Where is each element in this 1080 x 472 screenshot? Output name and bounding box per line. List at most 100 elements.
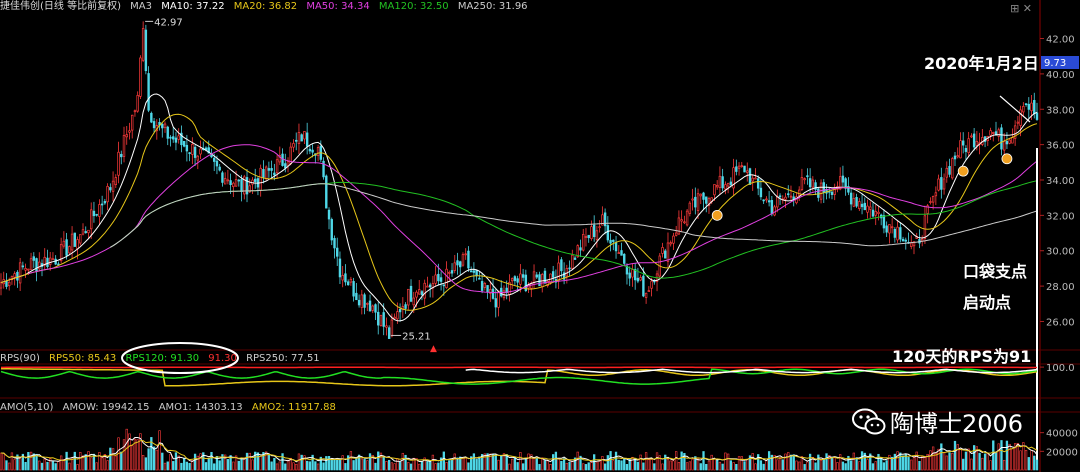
watermark: 陶博士2006 (852, 404, 1023, 439)
candle-body (784, 196, 787, 200)
volume-bar (330, 458, 333, 471)
candle-body (448, 271, 451, 274)
candle-body (122, 135, 126, 157)
candle-body (128, 130, 131, 133)
candle-body (215, 160, 219, 167)
volume-bar (267, 454, 271, 471)
volume-bar (778, 457, 782, 471)
volume-bar (546, 460, 549, 471)
volume-bar (650, 459, 653, 471)
volume-bar (352, 460, 355, 471)
candle-body (806, 175, 809, 178)
volume-bar (554, 451, 558, 471)
candle-body (366, 302, 369, 305)
volume-bar (98, 452, 101, 471)
volume-bar (207, 458, 210, 471)
volume-bar (757, 454, 760, 471)
panel-controls[interactable]: ⊞ ✕ (1010, 2, 1032, 15)
candle-body (532, 271, 536, 283)
candle-body (535, 274, 538, 278)
volume-bar (910, 459, 913, 471)
volume-bar (275, 463, 279, 471)
candle-body (311, 149, 314, 153)
volume-bar (951, 453, 954, 471)
candle-body (275, 159, 279, 174)
volume-bar (5, 460, 8, 471)
candle-body (371, 305, 374, 311)
volume-bar (1027, 457, 1030, 471)
candle-body (882, 215, 886, 229)
candle-body (344, 273, 347, 283)
volume-bar (437, 462, 440, 471)
volume-bar (661, 463, 664, 471)
volume-bar (953, 440, 957, 471)
volume-bar (240, 458, 243, 471)
volume-bar (817, 454, 820, 471)
volume-bar (855, 457, 858, 471)
candle-body (579, 247, 582, 251)
candle-body (152, 121, 156, 129)
candle-body (338, 258, 342, 278)
candle-body (650, 280, 653, 289)
volume-bar (606, 455, 609, 471)
volume-bar (292, 462, 295, 471)
volume-bar (740, 456, 743, 471)
candle-body (106, 186, 109, 203)
volume-bar (161, 452, 164, 471)
volume-bar (945, 455, 948, 471)
volume-bar (787, 452, 790, 471)
candle-body (18, 262, 22, 284)
volume-bar (131, 445, 134, 471)
candle-body (972, 133, 976, 148)
volume-bar (295, 463, 298, 471)
volume-bar (806, 461, 809, 471)
volume-bar (609, 451, 612, 471)
volume-bar (8, 462, 11, 471)
candle-body (776, 196, 779, 208)
candle-body (486, 285, 489, 293)
volume-bar (182, 458, 186, 471)
rps120-label: RPS120: 91.30 (125, 353, 200, 364)
candle-body (543, 270, 547, 284)
candle-body (387, 327, 391, 339)
candle-body (961, 140, 965, 146)
volume-bar (100, 457, 104, 471)
volume-bar (789, 454, 793, 471)
candle-body (38, 261, 41, 270)
volume-bar (726, 453, 730, 471)
volume-bar (716, 459, 719, 471)
candle-body (467, 250, 470, 269)
candle-body (931, 195, 935, 203)
candle-body (210, 154, 213, 158)
volume-bar (243, 457, 246, 471)
signal-marker (711, 209, 723, 221)
candle-body (685, 210, 689, 226)
volume-bar (754, 463, 757, 471)
candle-body (571, 254, 574, 269)
volume-bar (374, 462, 377, 471)
volume-bar (429, 460, 432, 471)
candle-body (377, 311, 380, 326)
candle-body (609, 239, 612, 244)
price-legend: 捷佳伟创(日线 等比前复权) MA3 MA10: 37.22 MA20: 36.… (0, 0, 534, 14)
volume-bar (325, 456, 328, 471)
candle-body (262, 169, 265, 178)
volume-bar (571, 461, 574, 471)
candle-body (560, 259, 563, 272)
volume-bar (675, 451, 678, 471)
candle-body (453, 262, 456, 271)
candle-body (680, 219, 683, 222)
volume-bar (882, 462, 886, 471)
candle-body (423, 282, 426, 299)
candle-body (73, 232, 77, 247)
volume-bar (732, 462, 735, 471)
volume-bar (281, 453, 284, 471)
volume-bar (519, 452, 522, 471)
volume-bar (527, 453, 530, 471)
candle-body (100, 203, 104, 206)
candle-body (382, 312, 385, 327)
volume-bar (385, 461, 388, 471)
candle-body (923, 215, 927, 239)
volume-bar (475, 458, 478, 471)
volume-bar (814, 462, 817, 471)
